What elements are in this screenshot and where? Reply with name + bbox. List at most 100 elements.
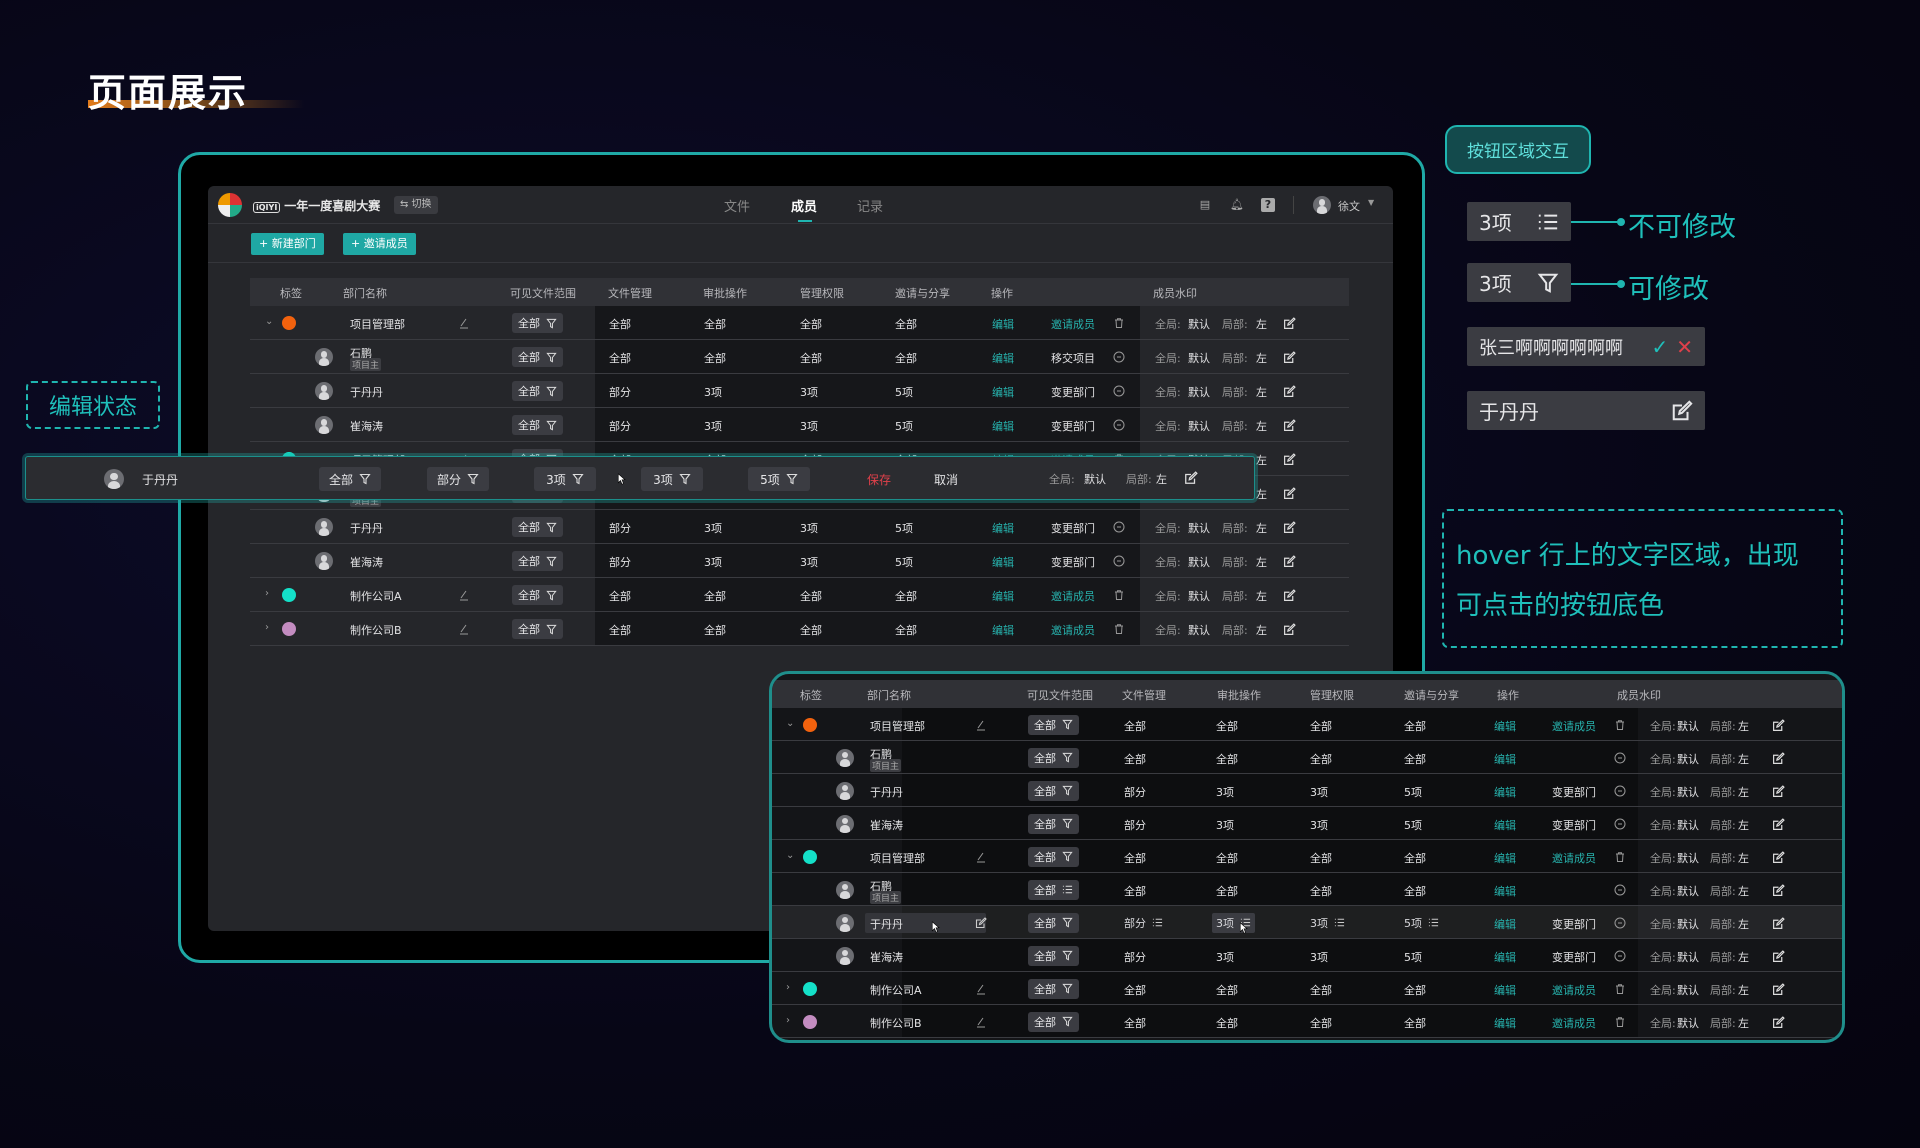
file-mgmt-select[interactable]: 部分 bbox=[427, 467, 489, 491]
action-link[interactable]: 邀请成员 bbox=[1051, 588, 1095, 604]
edit-square-icon[interactable] bbox=[1772, 916, 1785, 930]
editable-demo-chip[interactable]: 3项 bbox=[1467, 263, 1571, 302]
edit-link[interactable]: 编辑 bbox=[1494, 883, 1516, 899]
chevron-down-icon[interactable]: ⌄ bbox=[786, 718, 794, 729]
minus-circle-icon[interactable] bbox=[1614, 884, 1626, 896]
minus-circle-icon[interactable] bbox=[1614, 917, 1626, 929]
file-scope-button[interactable]: 全部 bbox=[1028, 945, 1079, 966]
file-scope-button[interactable]: 全部 bbox=[512, 585, 563, 605]
edit-square-icon[interactable] bbox=[1772, 949, 1785, 963]
chevron-right-icon[interactable]: › bbox=[265, 622, 269, 633]
edit-square-icon[interactable] bbox=[1283, 453, 1296, 466]
pencil-icon[interactable] bbox=[458, 589, 470, 601]
action-link[interactable]: 变更部门 bbox=[1552, 949, 1596, 965]
trash-icon[interactable] bbox=[1614, 719, 1626, 731]
minus-circle-icon[interactable] bbox=[1113, 385, 1125, 397]
minus-circle-icon[interactable] bbox=[1113, 351, 1125, 363]
cancel-button[interactable]: 取消 bbox=[934, 471, 958, 488]
trash-icon[interactable] bbox=[1614, 983, 1626, 995]
edit-link[interactable]: 编辑 bbox=[992, 520, 1014, 536]
minus-circle-icon[interactable] bbox=[1614, 785, 1626, 797]
edit-square-icon[interactable] bbox=[1283, 555, 1296, 568]
file-mgmt-value[interactable]: 部分 bbox=[1124, 913, 1163, 933]
edit-square-icon[interactable] bbox=[1283, 589, 1296, 602]
action-link[interactable]: 邀请成员 bbox=[1552, 718, 1596, 734]
file-scope-button[interactable]: 全部 bbox=[1028, 879, 1079, 900]
file-scope-button[interactable]: 全部 bbox=[1028, 780, 1079, 801]
edit-square-icon[interactable] bbox=[1184, 471, 1198, 485]
edit-square-icon[interactable] bbox=[1772, 982, 1785, 996]
pencil-icon[interactable] bbox=[458, 317, 470, 329]
file-scope-button[interactable]: 全部 bbox=[1028, 714, 1079, 735]
edit-link[interactable]: 编辑 bbox=[1494, 916, 1516, 932]
action-link[interactable]: 变更部门 bbox=[1051, 418, 1095, 434]
edit-link[interactable]: 编辑 bbox=[992, 316, 1014, 332]
pencil-icon[interactable] bbox=[975, 719, 987, 731]
action-link[interactable]: 变更部门 bbox=[1552, 784, 1596, 800]
file-scope-button[interactable]: 全部 bbox=[512, 381, 563, 401]
action-link[interactable]: 邀请成员 bbox=[1552, 1015, 1596, 1031]
chevron-down-icon[interactable]: ⌄ bbox=[786, 850, 794, 861]
file-scope-button[interactable]: 全部 bbox=[512, 551, 563, 571]
edit-square-icon[interactable] bbox=[1772, 1015, 1785, 1029]
action-link[interactable]: 变更部门 bbox=[1051, 520, 1095, 536]
minus-circle-icon[interactable] bbox=[1113, 419, 1125, 431]
action-link[interactable]: 邀请成员 bbox=[1051, 316, 1095, 332]
edit-link[interactable]: 编辑 bbox=[1494, 751, 1516, 767]
edit-square-icon[interactable] bbox=[1283, 385, 1296, 398]
file-scope-button[interactable]: 全部 bbox=[1028, 912, 1079, 933]
edit-link[interactable]: 编辑 bbox=[992, 588, 1014, 604]
trash-icon[interactable] bbox=[1614, 1016, 1626, 1028]
save-button[interactable]: 保存 bbox=[867, 471, 891, 488]
action-link[interactable]: 移交项目 bbox=[1051, 350, 1095, 366]
name-view-chip[interactable]: 于丹丹 bbox=[1467, 391, 1705, 430]
pencil-icon[interactable] bbox=[975, 851, 987, 863]
name-edit-input[interactable]: 张三啊啊啊啊啊啊 ✓ ✕ bbox=[1467, 327, 1705, 366]
edit-square-icon[interactable] bbox=[1671, 399, 1693, 422]
pencil-icon[interactable] bbox=[975, 1016, 987, 1028]
action-link[interactable]: 邀请成员 bbox=[1552, 850, 1596, 866]
edit-link[interactable]: 编辑 bbox=[992, 554, 1014, 570]
edit-link[interactable]: 编辑 bbox=[1494, 982, 1516, 998]
minus-circle-icon[interactable] bbox=[1614, 950, 1626, 962]
file-scope-button[interactable]: 全部 bbox=[1028, 846, 1079, 867]
edit-link[interactable]: 编辑 bbox=[1494, 718, 1516, 734]
minus-circle-icon[interactable] bbox=[1614, 818, 1626, 830]
chevron-right-icon[interactable]: › bbox=[786, 982, 790, 993]
edit-link[interactable]: 编辑 bbox=[1494, 784, 1516, 800]
trash-icon[interactable] bbox=[1113, 623, 1125, 635]
trash-icon[interactable] bbox=[1113, 317, 1125, 329]
file-scope-button[interactable]: 全部 bbox=[512, 347, 563, 367]
edit-square-icon[interactable] bbox=[1283, 351, 1296, 364]
edit-link[interactable]: 编辑 bbox=[1494, 1015, 1516, 1031]
edit-square-icon[interactable] bbox=[1283, 419, 1296, 432]
action-link[interactable]: 变更部门 bbox=[1552, 817, 1596, 833]
edit-square-icon[interactable] bbox=[1772, 850, 1785, 864]
minus-circle-icon[interactable] bbox=[1113, 521, 1125, 533]
edit-square-icon[interactable] bbox=[1772, 718, 1785, 732]
file-scope-button[interactable]: 全部 bbox=[1028, 978, 1079, 999]
trash-icon[interactable] bbox=[1113, 589, 1125, 601]
edit-square-icon[interactable] bbox=[1283, 487, 1296, 500]
approval-select[interactable]: 3项 bbox=[534, 467, 596, 491]
chevron-right-icon[interactable]: › bbox=[786, 1015, 790, 1026]
file-scope-button[interactable]: 全部 bbox=[512, 517, 563, 537]
confirm-check-icon[interactable]: ✓ bbox=[1651, 335, 1668, 359]
edit-square-icon[interactable] bbox=[1772, 817, 1785, 831]
edit-square-icon[interactable] bbox=[1283, 317, 1296, 330]
file-scope-button[interactable]: 全部 bbox=[512, 313, 563, 333]
action-link[interactable]: 邀请成员 bbox=[1552, 982, 1596, 998]
file-scope-button[interactable]: 全部 bbox=[1028, 813, 1079, 834]
edit-square-icon[interactable] bbox=[1283, 521, 1296, 534]
trash-icon[interactable] bbox=[1614, 851, 1626, 863]
edit-link[interactable]: 编辑 bbox=[1494, 817, 1516, 833]
chevron-down-icon[interactable]: ⌄ bbox=[265, 316, 273, 327]
file-scope-button[interactable]: 全部 bbox=[1028, 1011, 1079, 1032]
admin-value[interactable]: 3项 bbox=[1310, 913, 1345, 933]
action-link[interactable]: 变更部门 bbox=[1051, 554, 1095, 570]
minus-circle-icon[interactable] bbox=[1614, 752, 1626, 764]
file-scope-button[interactable]: 全部 bbox=[512, 619, 563, 639]
edit-square-icon[interactable] bbox=[1772, 883, 1785, 897]
pencil-icon[interactable] bbox=[975, 983, 987, 995]
action-link[interactable]: 邀请成员 bbox=[1051, 622, 1095, 638]
